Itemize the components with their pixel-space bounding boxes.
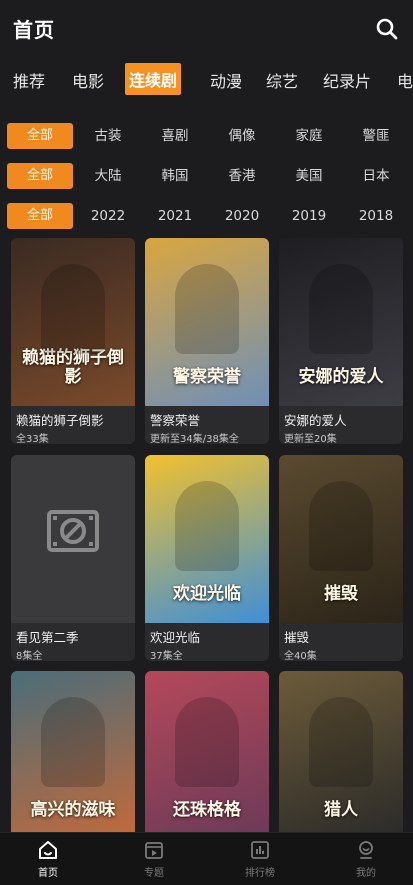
category-tabs: 推荐 电影 连续剧 动漫 综艺 纪录片 电	[0, 62, 413, 102]
poster-figure	[309, 697, 373, 787]
show-status: 更新至34集/38集全	[150, 434, 239, 444]
genre-option[interactable]: 喜剧	[150, 123, 200, 149]
show-poster[interactable]: 猎人	[279, 671, 403, 839]
nav-label: 专题	[144, 868, 164, 879]
show-title: 赖猫的狮子倒影	[16, 413, 104, 428]
show-card[interactable]: 欢迎光临 欢迎光临 37集全	[145, 455, 269, 661]
user-icon[interactable]	[355, 839, 377, 861]
show-poster[interactable]: 安娜的爱人	[279, 238, 403, 406]
show-card[interactable]: 看见第二季 8集全	[11, 455, 135, 661]
show-card[interactable]: 警察荣誉 警察荣誉 更新至34集/38集全	[145, 238, 269, 444]
tab-more[interactable]: 电	[397, 68, 413, 92]
show-title: 安娜的爱人	[284, 413, 347, 428]
show-card[interactable]: 猎人	[279, 671, 403, 841]
region-option[interactable]: 美国	[284, 163, 334, 189]
region-option[interactable]: 日本	[351, 163, 401, 189]
poster-title-art: 欢迎光临	[173, 584, 241, 605]
region-option[interactable]: 大陆	[83, 163, 133, 189]
show-card[interactable]: 安娜的爱人 安娜的爱人 更新至20集	[279, 238, 403, 444]
year-all-chip[interactable]: 全部	[7, 203, 73, 229]
show-card[interactable]: 还珠格格	[145, 671, 269, 841]
tab-movies[interactable]: 电影	[72, 68, 104, 92]
search-button[interactable]	[375, 17, 399, 41]
region-all-chip[interactable]: 全部	[7, 163, 73, 189]
poster-title-art: 猎人	[324, 800, 358, 821]
poster-figure	[175, 264, 239, 354]
region-option[interactable]: 韩国	[150, 163, 200, 189]
show-title: 欢迎光临	[150, 630, 201, 645]
page-title: 首页	[13, 18, 55, 42]
poster-title-art: 高兴的滋味	[30, 800, 116, 821]
genre-option[interactable]: 家庭	[284, 123, 334, 149]
show-poster[interactable]: 欢迎光临	[145, 455, 269, 623]
genre-option[interactable]: 古装	[83, 123, 133, 149]
region-filter: 全部 大陆 韩国 香港 美国 日本	[0, 163, 413, 189]
show-poster[interactable]: 还珠格格	[145, 671, 269, 839]
poster-title-art: 摧毁	[324, 584, 358, 605]
genre-option[interactable]: 偶像	[217, 123, 267, 149]
tab-anime[interactable]: 动漫	[210, 68, 242, 92]
home-icon[interactable]	[37, 839, 59, 861]
tab-recommend[interactable]: 推荐	[13, 68, 45, 92]
show-title: 摧毁	[284, 630, 310, 645]
poster-title-art: 警察荣誉	[173, 367, 241, 388]
show-title: 警察荣誉	[150, 413, 201, 428]
nav-topic[interactable]: 专题	[114, 839, 194, 879]
year-option[interactable]: 2019	[284, 203, 334, 229]
poster-title-art: 安娜的爱人	[298, 367, 384, 388]
year-filter: 全部 2022 2021 2020 2019 2018	[0, 203, 413, 229]
show-title: 看见第二季	[16, 630, 79, 645]
show-card[interactable]: 赖猫的狮子倒影 赖猫的狮子倒影 全33集	[11, 238, 135, 444]
show-card[interactable]: 高兴的滋味	[11, 671, 135, 841]
poster-figure	[309, 264, 373, 354]
show-poster[interactable]: 警察荣誉	[145, 238, 269, 406]
top-bar: 首页	[0, 0, 413, 58]
show-status: 8集全	[16, 651, 43, 661]
chart-icon[interactable]	[249, 839, 271, 861]
show-status: 全40集	[284, 651, 317, 661]
bottom-nav: 首页 专题 排行榜 我的	[0, 832, 413, 885]
search-icon[interactable]	[375, 17, 399, 41]
region-option[interactable]: 香港	[217, 163, 267, 189]
show-status: 37集全	[150, 651, 183, 661]
nav-label: 首页	[38, 868, 58, 879]
show-poster[interactable]	[11, 455, 135, 623]
show-poster[interactable]: 高兴的滋味	[11, 671, 135, 839]
poster-figure	[175, 697, 239, 787]
poster-figure	[41, 264, 105, 354]
nav-label: 排行榜	[245, 868, 275, 879]
nav-home[interactable]: 首页	[8, 839, 88, 879]
show-status: 更新至20集	[284, 434, 337, 444]
video-placeholder-icon	[11, 455, 135, 623]
show-poster[interactable]: 赖猫的狮子倒影	[11, 238, 135, 406]
genre-option[interactable]: 警匪	[351, 123, 401, 149]
poster-figure	[309, 481, 373, 571]
tab-series[interactable]: 连续剧	[125, 63, 182, 95]
poster-title-art: 还珠格格	[173, 800, 241, 821]
year-option[interactable]: 2021	[150, 203, 200, 229]
nav-me[interactable]: 我的	[326, 839, 406, 879]
genre-all-chip[interactable]: 全部	[7, 123, 73, 149]
poster-title-art: 赖猫的狮子倒影	[22, 347, 124, 388]
show-card[interactable]: 摧毁 摧毁 全40集	[279, 455, 403, 661]
tab-variety[interactable]: 综艺	[266, 68, 298, 92]
topic-icon[interactable]	[143, 839, 165, 861]
year-option[interactable]: 2022	[83, 203, 133, 229]
nav-rank[interactable]: 排行榜	[220, 839, 300, 879]
year-option[interactable]: 2020	[217, 203, 267, 229]
poster-figure	[175, 481, 239, 571]
show-status: 全33集	[16, 434, 49, 444]
show-poster[interactable]: 摧毁	[279, 455, 403, 623]
tab-documentary[interactable]: 纪录片	[323, 68, 371, 92]
year-option[interactable]: 2018	[351, 203, 401, 229]
genre-filter: 全部 古装 喜剧 偶像 家庭 警匪	[0, 123, 413, 149]
poster-figure	[41, 697, 105, 787]
nav-label: 我的	[356, 868, 376, 879]
